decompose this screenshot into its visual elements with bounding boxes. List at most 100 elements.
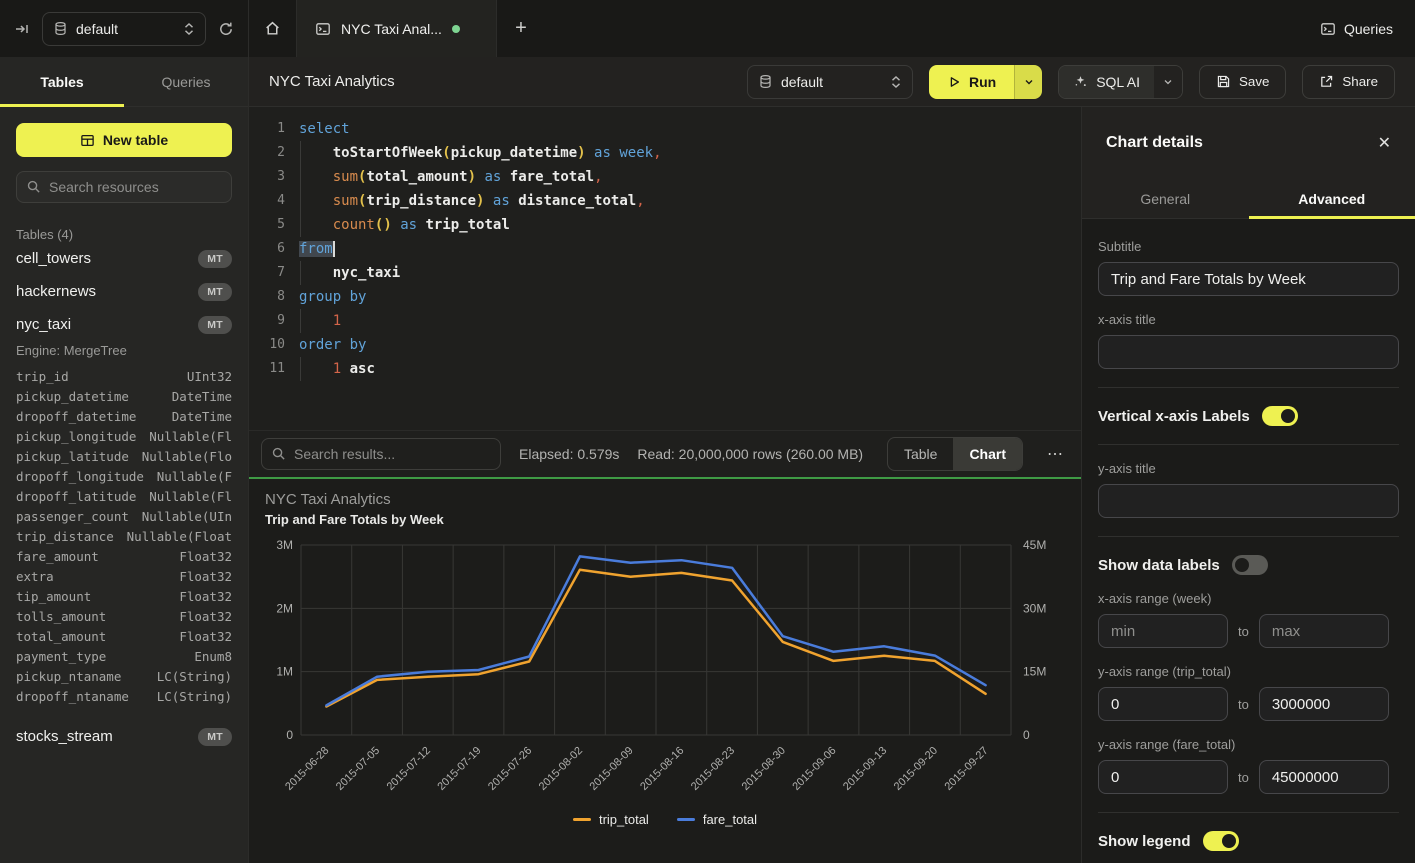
show-data-labels-toggle[interactable] bbox=[1232, 555, 1268, 575]
table-row[interactable]: cell_towersMT bbox=[16, 242, 232, 275]
home-tab-button[interactable] bbox=[249, 0, 297, 57]
top-bar-spacer bbox=[545, 0, 1298, 57]
column-row: pickup_datetimeDateTime bbox=[16, 386, 232, 406]
code-line: 4 sum(trip_distance) as distance_total, bbox=[249, 189, 1081, 213]
x-range-max-input[interactable] bbox=[1259, 614, 1389, 648]
tables-section-header: Tables (4) bbox=[16, 227, 232, 242]
table-row[interactable]: stocks_streamMT bbox=[16, 720, 232, 753]
code-text: order by bbox=[299, 333, 366, 357]
sidebar-tab-queries[interactable]: Queries bbox=[124, 57, 248, 106]
more-options-icon[interactable]: ⋯ bbox=[1041, 444, 1069, 464]
database-icon bbox=[758, 74, 773, 89]
database-selector[interactable]: default bbox=[42, 12, 206, 46]
code-line: 10order by bbox=[249, 333, 1081, 357]
code-text: nyc_taxi bbox=[299, 261, 400, 285]
query-toolbar: NYC Taxi Analytics default Ru bbox=[249, 57, 1415, 107]
chart-plot: 3M45M2M30M1M15M002015-06-282015-07-05201… bbox=[265, 533, 1065, 811]
close-icon[interactable]: ✕ bbox=[1378, 133, 1391, 153]
new-tab-button[interactable]: + bbox=[497, 0, 545, 57]
column-row: total_amountFloat32 bbox=[16, 626, 232, 646]
code-line: 11 1 asc bbox=[249, 357, 1081, 381]
y-axis-title-label: y-axis title bbox=[1098, 461, 1399, 476]
chart-area: 3M45M2M30M1M15M002015-06-282015-07-05201… bbox=[265, 533, 1065, 814]
tab-general[interactable]: General bbox=[1082, 179, 1249, 218]
run-options-caret[interactable] bbox=[1014, 65, 1042, 99]
legend-item[interactable]: fare_total bbox=[677, 812, 757, 827]
sidebar-tab-tables[interactable]: Tables bbox=[0, 57, 124, 106]
run-button[interactable]: Run bbox=[929, 65, 1014, 99]
column-type: Float32 bbox=[179, 549, 232, 564]
sidebar-body: New table Tables (4) cell_towersMThacker… bbox=[0, 107, 248, 769]
svg-text:2015-09-27: 2015-09-27 bbox=[942, 745, 990, 793]
line-number: 9 bbox=[249, 309, 285, 333]
column-row: pickup_ntanameLC(String) bbox=[16, 666, 232, 686]
tab-advanced[interactable]: Advanced bbox=[1249, 179, 1415, 218]
column-type: Nullable(UIn bbox=[142, 509, 232, 524]
search-icon bbox=[26, 179, 41, 194]
y-range-trip-max-input[interactable] bbox=[1259, 687, 1389, 721]
to-label: to bbox=[1238, 624, 1249, 639]
results-search-input[interactable] bbox=[261, 438, 501, 470]
top-bar-left: default bbox=[0, 0, 249, 57]
svg-text:1M: 1M bbox=[276, 665, 293, 679]
line-number: 11 bbox=[249, 357, 285, 381]
save-button[interactable]: Save bbox=[1199, 65, 1286, 99]
y-range-fare-max-input[interactable] bbox=[1259, 760, 1389, 794]
refresh-icon[interactable] bbox=[218, 21, 234, 37]
y-axis-title-input[interactable] bbox=[1098, 484, 1399, 518]
play-icon bbox=[947, 75, 961, 89]
svg-text:2015-09-06: 2015-09-06 bbox=[790, 745, 838, 793]
column-name: dropoff_datetime bbox=[16, 409, 136, 424]
to-label: to bbox=[1238, 697, 1249, 712]
run-button-label: Run bbox=[969, 74, 996, 90]
column-name: dropoff_longitude bbox=[16, 469, 144, 484]
toolbar-database-selector[interactable]: default bbox=[747, 65, 913, 99]
divider bbox=[1098, 536, 1399, 537]
x-range-min-input[interactable] bbox=[1098, 614, 1228, 648]
x-axis-title-input[interactable] bbox=[1098, 335, 1399, 369]
code-line: 2 toStartOfWeek(pickup_datetime) as week… bbox=[249, 141, 1081, 165]
code-line: 8group by bbox=[249, 285, 1081, 309]
share-button[interactable]: Share bbox=[1302, 65, 1395, 99]
subtitle-input[interactable] bbox=[1098, 262, 1399, 296]
code-line: 1select bbox=[249, 117, 1081, 141]
query-tab[interactable]: NYC Taxi Anal... bbox=[297, 0, 497, 57]
share-button-label: Share bbox=[1342, 74, 1378, 89]
table-row[interactable]: nyc_taxiMT bbox=[16, 308, 232, 341]
code-text: sum(total_amount) as fare_total, bbox=[299, 165, 603, 189]
elapsed-stat: Elapsed: 0.579s bbox=[519, 446, 619, 462]
engine-line: Engine: MergeTree bbox=[16, 343, 232, 358]
code-text: from bbox=[299, 237, 333, 261]
save-button-label: Save bbox=[1239, 74, 1269, 89]
queries-button[interactable]: Queries bbox=[1298, 0, 1415, 57]
show-legend-toggle[interactable] bbox=[1203, 831, 1239, 851]
column-type: Float32 bbox=[179, 589, 232, 604]
column-type: DateTime bbox=[172, 389, 232, 404]
new-table-button[interactable]: New table bbox=[16, 123, 232, 157]
to-label: to bbox=[1238, 770, 1249, 785]
column-type: Float32 bbox=[179, 629, 232, 644]
sql-ai-button[interactable]: SQL AI bbox=[1059, 66, 1154, 98]
sql-editor[interactable]: 1select2 toStartOfWeek(pickup_datetime) … bbox=[249, 107, 1081, 430]
column-name: passenger_count bbox=[16, 509, 129, 524]
toggle-knob bbox=[1235, 558, 1249, 572]
sql-ai-caret[interactable] bbox=[1154, 66, 1182, 98]
y-range-fare-min-input[interactable] bbox=[1098, 760, 1228, 794]
svg-text:30M: 30M bbox=[1023, 601, 1046, 615]
query-tab-label: NYC Taxi Anal... bbox=[341, 21, 442, 37]
engine-badge: MT bbox=[198, 728, 232, 746]
column-type: LC(String) bbox=[157, 689, 232, 704]
vertical-x-labels-toggle[interactable] bbox=[1262, 406, 1298, 426]
resource-search-input[interactable] bbox=[16, 171, 232, 203]
chart-view-button[interactable]: Chart bbox=[953, 438, 1022, 470]
collapse-sidebar-icon[interactable] bbox=[14, 21, 30, 37]
table-view-button[interactable]: Table bbox=[888, 438, 953, 470]
legend-item[interactable]: trip_total bbox=[573, 812, 649, 827]
code-line: 6from bbox=[249, 237, 1081, 261]
svg-text:2015-08-02: 2015-08-02 bbox=[537, 745, 585, 793]
table-row[interactable]: hackernewsMT bbox=[16, 275, 232, 308]
column-row: trip_distanceNullable(Float bbox=[16, 526, 232, 546]
legend-label: trip_total bbox=[599, 812, 649, 827]
y-range-trip-min-input[interactable] bbox=[1098, 687, 1228, 721]
svg-text:2015-09-20: 2015-09-20 bbox=[892, 745, 940, 793]
